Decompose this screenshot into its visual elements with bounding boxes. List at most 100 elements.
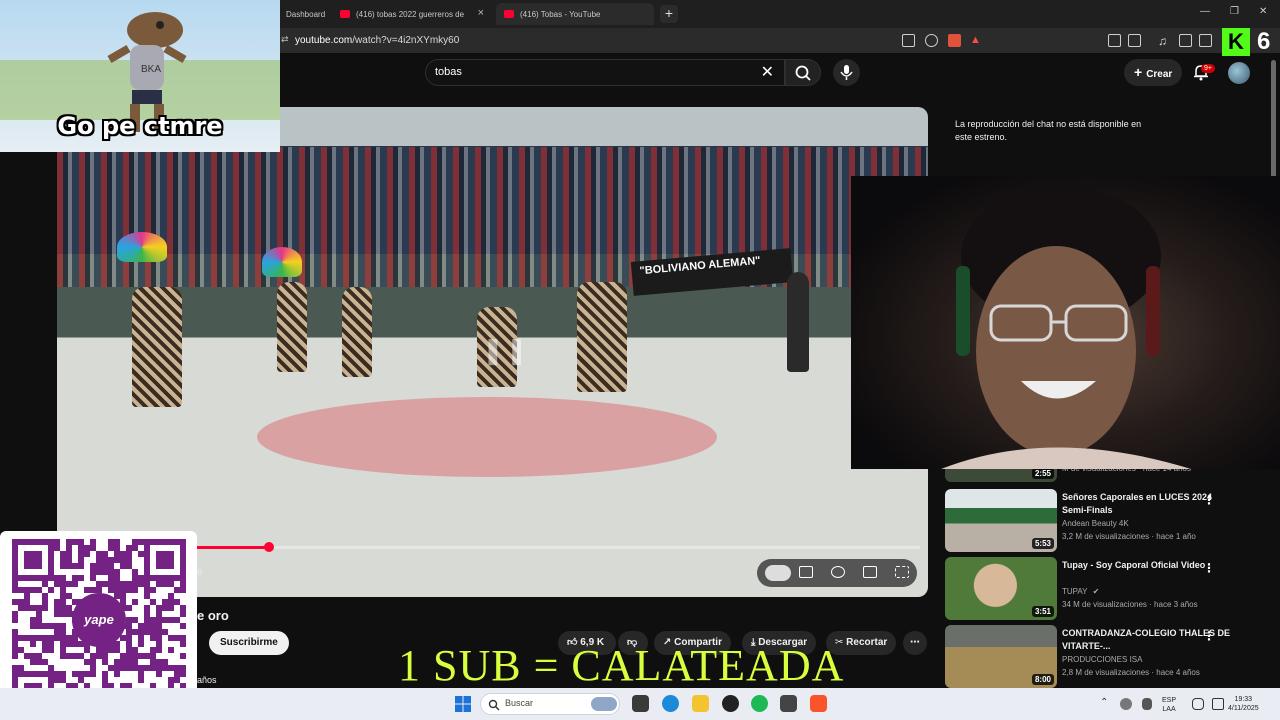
- clock-date: 4/11/2025: [1228, 705, 1259, 712]
- lang-bottom: LAA: [1162, 706, 1176, 713]
- qr-module: [138, 677, 144, 683]
- volume-icon[interactable]: [1212, 698, 1224, 710]
- settings-icon[interactable]: [831, 566, 845, 578]
- qr-module: [162, 659, 168, 665]
- clock[interactable]: 19:33 4/11/2025: [1228, 695, 1259, 713]
- screenshot-icon[interactable]: [1128, 34, 1141, 47]
- close-window-icon[interactable]: ✕: [1259, 6, 1267, 17]
- maximize-icon[interactable]: ❐: [1230, 6, 1239, 17]
- search-button[interactable]: [785, 59, 821, 86]
- site-info-icon[interactable]: ⇄: [281, 34, 294, 47]
- brave-icon[interactable]: [810, 695, 827, 712]
- rewards-icon[interactable]: ▲: [970, 34, 983, 47]
- cast-icon[interactable]: [902, 34, 915, 47]
- qr-module: [66, 653, 72, 659]
- tab-dashboard[interactable]: Dashboard: [278, 3, 330, 25]
- subtitles-icon[interactable]: [799, 566, 813, 578]
- recommendation-channel[interactable]: TUPAY ✔: [1062, 587, 1099, 596]
- extensions-icon[interactable]: [1108, 34, 1121, 47]
- qr-module: [102, 557, 108, 563]
- qr-module: [42, 605, 48, 611]
- search-box[interactable]: tobas ✕: [425, 59, 785, 86]
- recommendation-channel[interactable]: PRODUCCIONES ISA: [1062, 655, 1142, 664]
- plus-icon: +: [1134, 64, 1143, 80]
- more-options-icon[interactable]: ⋮: [1203, 561, 1215, 575]
- qr-module: [48, 647, 54, 653]
- clear-search-icon[interactable]: ✕: [761, 62, 774, 82]
- qr-module: [114, 551, 120, 557]
- recommendation-channel[interactable]: Andean Beauty 4K: [1062, 519, 1129, 528]
- qr-module: [114, 641, 120, 647]
- new-tab-button[interactable]: +: [660, 5, 678, 23]
- qr-module: [48, 587, 54, 593]
- sidebar-toggle-icon[interactable]: [1179, 34, 1192, 47]
- language-indicator[interactable]: ESP LAA: [1162, 696, 1176, 714]
- taskbar-search[interactable]: Buscar: [480, 693, 620, 715]
- qr-module: [162, 665, 168, 671]
- qr-module: [120, 563, 126, 569]
- file-explorer-icon[interactable]: [692, 695, 709, 712]
- qr-module: [156, 659, 162, 665]
- more-options-icon[interactable]: ⋮: [1203, 493, 1215, 507]
- qr-module: [66, 641, 72, 647]
- subscribe-button[interactable]: Suscribirme: [209, 631, 289, 655]
- tray-chevron-icon[interactable]: ⌃: [1100, 697, 1108, 708]
- edge-icon[interactable]: [662, 695, 679, 712]
- qr-module: [126, 641, 132, 647]
- qr-module: [72, 563, 78, 569]
- qr-module: [78, 677, 84, 683]
- brave-shield-icon[interactable]: [948, 34, 961, 47]
- tray-app-icon[interactable]: [1120, 698, 1132, 710]
- network-icon[interactable]: [1192, 698, 1204, 710]
- more-actions-button[interactable]: ⋯: [903, 631, 927, 655]
- voice-search-button[interactable]: [833, 59, 860, 86]
- minimize-icon[interactable]: —: [1200, 6, 1210, 17]
- video-player[interactable]: "BOLIVIANO ALEMAN" ❚❚ 6: [57, 107, 928, 597]
- tab-tobas-2022[interactable]: (416) tobas 2022 guerreros de ×: [332, 3, 492, 25]
- qr-module: [12, 617, 18, 623]
- qr-module: [144, 581, 150, 587]
- pause-icon[interactable]: ❚❚: [482, 335, 530, 366]
- qr-module: [36, 587, 42, 593]
- notification-badge: 9+: [1201, 64, 1215, 73]
- progress-scrubber[interactable]: [264, 542, 275, 552]
- account-avatar[interactable]: [1228, 62, 1250, 84]
- qr-module: [108, 557, 114, 563]
- qr-module: [174, 671, 180, 677]
- spotify-icon[interactable]: [751, 695, 768, 712]
- fullscreen-icon[interactable]: [895, 566, 909, 578]
- create-button[interactable]: + Crear: [1124, 59, 1183, 86]
- qr-module: [42, 659, 48, 665]
- qr-module: [18, 635, 24, 641]
- qr-module: [108, 587, 114, 593]
- miniplayer-icon[interactable]: [863, 566, 877, 578]
- qr-module: [78, 671, 84, 677]
- qr-module: [132, 569, 138, 575]
- recommendation-item[interactable]: 3:51 Tupay - Soy Caporal Oficial Video T…: [945, 557, 1270, 621]
- app-icon[interactable]: [780, 695, 797, 712]
- progress-bar[interactable]: [197, 542, 920, 552]
- tab-tobas-youtube[interactable]: (416) Tobas - YouTube: [496, 3, 654, 25]
- tray-app-icon[interactable]: [1142, 698, 1152, 710]
- qr-module: [60, 575, 66, 581]
- autoplay-toggle[interactable]: [765, 565, 791, 581]
- url-host: youtube.com: [295, 35, 353, 46]
- duration-badge: 8:00: [1031, 674, 1054, 685]
- url-text[interactable]: youtube.com/watch?v=4i2nXYmky60: [295, 35, 459, 46]
- page-scrollbar[interactable]: [1271, 60, 1276, 180]
- task-view-icon[interactable]: [632, 695, 649, 712]
- recommendation-item[interactable]: 8:00 CONTRADANZA-COLEGIO THALES DE VITAR…: [945, 625, 1270, 689]
- qr-module: [132, 659, 138, 665]
- search-input[interactable]: tobas: [435, 66, 462, 78]
- music-icon[interactable]: ♫: [1158, 34, 1171, 48]
- qr-module: [90, 545, 96, 551]
- video-crowd: [57, 147, 928, 287]
- qr-module: [90, 659, 96, 665]
- obs-icon[interactable]: [722, 695, 739, 712]
- wallet-icon[interactable]: [1199, 34, 1212, 47]
- recommendation-item[interactable]: 5:53 Señores Caporales en LUCES 2024 Sem…: [945, 489, 1270, 553]
- close-icon[interactable]: ×: [478, 7, 484, 19]
- windows-start-icon[interactable]: [455, 696, 471, 712]
- share-page-icon[interactable]: [925, 34, 938, 47]
- more-options-icon[interactable]: ⋮: [1203, 629, 1215, 643]
